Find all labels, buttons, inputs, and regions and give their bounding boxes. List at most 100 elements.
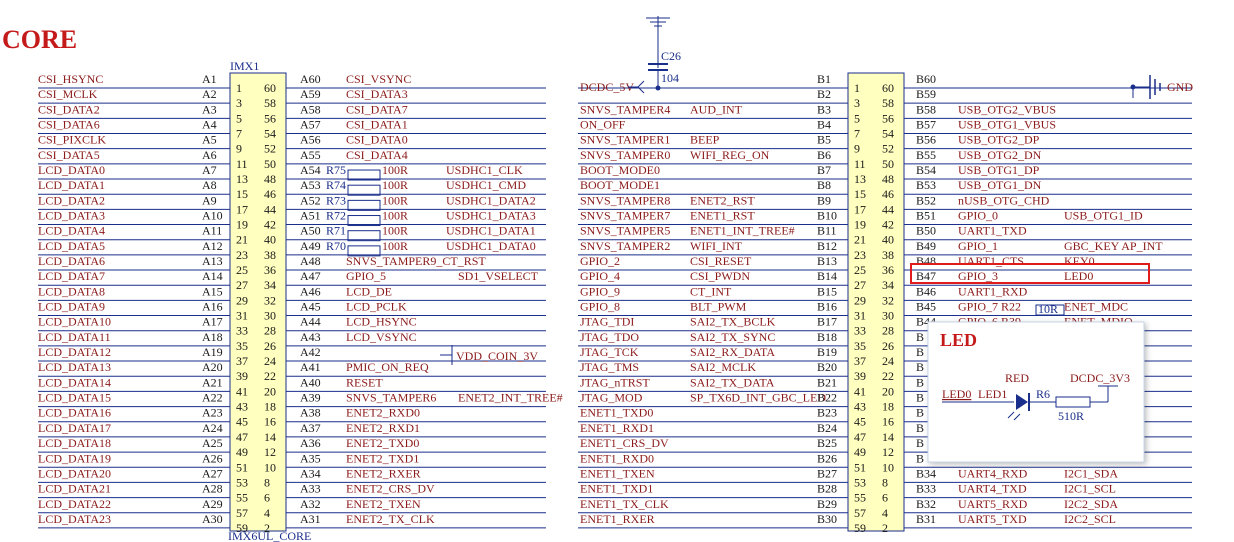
pin-label: B45	[916, 300, 936, 314]
net-label: GPIO_1	[958, 239, 998, 253]
pin-number: 7	[854, 127, 860, 141]
net-label: USB_OTG2_DN	[958, 148, 1042, 162]
net-label: GPIO_3	[958, 269, 998, 283]
net-label: LCD_DATA1	[38, 178, 105, 192]
pin-number: 24	[264, 354, 276, 368]
resistor-ref: R73	[326, 193, 346, 207]
pin-number: 22	[882, 369, 894, 383]
pin-label: A10	[202, 209, 223, 223]
net-label: LCD_DATA5	[38, 239, 105, 253]
net-label: SNVS_TAMPER6	[346, 391, 436, 405]
resistor-value: 100R	[382, 209, 408, 223]
pin-number: 11	[236, 157, 248, 171]
net-label: LCD_DATA2	[38, 193, 105, 207]
pin-number: 52	[882, 142, 894, 156]
net-label: GPIO_0	[958, 209, 998, 223]
pin-number: 1	[236, 81, 242, 95]
pin-number: 27	[854, 278, 866, 292]
pin-label: B	[916, 330, 924, 344]
net-label: CSI_DATA5	[38, 148, 100, 162]
pin-number: 16	[264, 415, 276, 429]
pin-label: A47	[300, 269, 321, 283]
net-label: SAI2_TX_BCLK	[690, 315, 776, 329]
vdd-coin-flag	[440, 345, 453, 365]
pin-label: A17	[202, 315, 223, 329]
pin-number: 8	[264, 475, 270, 489]
led-res-value: 510R	[1058, 409, 1084, 423]
pin-number: 44	[882, 202, 894, 216]
pin-number: 45	[854, 415, 866, 429]
net-label: nUSB_OTG_CHD	[958, 193, 1050, 207]
net-label: USB_OTG2_VBUS	[958, 102, 1056, 116]
net-label: CSI_RESET	[690, 254, 752, 268]
net-label: LCD_DATA3	[38, 209, 105, 223]
pin-number: 9	[236, 142, 242, 156]
pin-label: B17	[817, 315, 837, 329]
pin-label: A12	[202, 239, 223, 253]
net-label: LCD_DATA16	[38, 406, 111, 420]
pin-label: A37	[300, 421, 321, 435]
pin-label: B	[916, 345, 924, 359]
pin-label: A39	[300, 391, 321, 405]
pin-number: 19	[236, 218, 248, 232]
pin-label: A4	[202, 118, 217, 132]
net-label: ON_OFF	[580, 118, 626, 132]
pin-label: A24	[202, 421, 223, 435]
net-label: UART5_TXD	[958, 512, 1027, 526]
pin-label: A50	[300, 224, 321, 238]
gnd-label: GND	[1167, 80, 1193, 94]
net-label: LCD_DATA22	[38, 497, 111, 511]
net-label: LCD_DATA4	[38, 224, 105, 238]
net-label: LCD_DATA18	[38, 436, 111, 450]
net-label: UART5_RXD	[958, 497, 1028, 511]
pin-label: A15	[202, 284, 223, 298]
net-label: ENET1_TXEN	[580, 466, 655, 480]
pin-label: A36	[300, 436, 321, 450]
pin-number: 51	[854, 460, 866, 474]
pin-label: A26	[202, 451, 223, 465]
net-label: CSI_DATA4	[346, 148, 408, 162]
net-label: CSI_DATA6	[38, 118, 100, 132]
net-label: CSI_DATA3	[346, 87, 408, 101]
resistor-ref: R75	[326, 163, 346, 177]
pin-label: B25	[817, 436, 837, 450]
net-label: LCD_DATA6	[38, 254, 105, 268]
pin-label: A19	[202, 345, 223, 359]
net-label: LCD_PCLK	[346, 300, 407, 314]
pin-label: B50	[916, 224, 936, 238]
page-title: CORE	[2, 25, 77, 54]
pin-label: A11	[202, 224, 222, 238]
pin-label: B9	[817, 193, 831, 207]
pin-number: 51	[236, 460, 248, 474]
net-label: UART4_RXD	[958, 466, 1028, 480]
net-label: GPIO_4	[580, 269, 620, 283]
pin-label: B24	[817, 421, 837, 435]
pin-label: A22	[202, 391, 223, 405]
pin-number: 60	[264, 81, 276, 95]
pin-number: 1	[854, 81, 860, 95]
pin-label: B31	[916, 512, 936, 526]
pin-label: B30	[817, 512, 837, 526]
net-label: I2C1_SCL	[1064, 482, 1116, 496]
pin-label: B22	[817, 391, 837, 405]
pin-label: A1	[202, 72, 217, 86]
pin-number: 31	[236, 309, 248, 323]
highlight-b47	[910, 263, 1150, 284]
pin-label: B29	[817, 497, 837, 511]
pin-number: 43	[854, 400, 866, 414]
net-label: LCD_DATA19	[38, 451, 111, 465]
pin-number: 53	[854, 475, 866, 489]
pin-number: 25	[854, 263, 866, 277]
dcdc-5v-label: DCDC_5V	[580, 80, 634, 94]
net-label: UART1_CTS	[958, 254, 1024, 268]
net-label: ENET1_RXD0	[580, 451, 654, 465]
net-label: BEEP	[690, 133, 720, 147]
net-label: LCD_DE	[346, 284, 392, 298]
pin-number: 58	[882, 96, 894, 110]
net-label: SNVS_TAMPER8	[580, 193, 670, 207]
net-label: PMIC_ON_REQ	[346, 360, 429, 374]
pin-label: A6	[202, 148, 217, 162]
pin-label: A38	[300, 406, 321, 420]
pin-number: 32	[882, 293, 894, 307]
pin-label: B34	[916, 466, 936, 480]
